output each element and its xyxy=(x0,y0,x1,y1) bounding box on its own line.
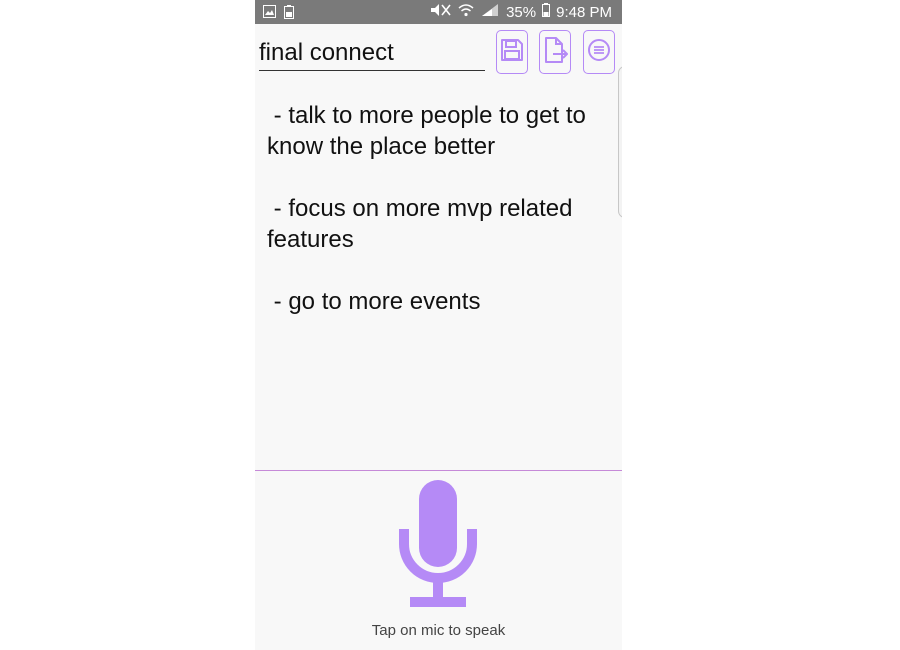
export-icon xyxy=(542,36,568,69)
mute-icon xyxy=(430,3,452,21)
note-body[interactable]: - talk to more people to get to know the… xyxy=(267,100,619,317)
export-button[interactable] xyxy=(539,30,571,74)
signal-icon xyxy=(480,3,500,21)
note-title-input[interactable] xyxy=(259,36,485,71)
clock: 9:48 PM xyxy=(556,3,612,21)
status-right: 35% 9:48 PM xyxy=(430,3,612,21)
divider xyxy=(255,470,622,471)
menu-button[interactable] xyxy=(583,30,615,74)
battery-icon xyxy=(542,3,551,21)
save-icon xyxy=(499,37,525,68)
note-toolbar xyxy=(255,28,622,78)
status-bar: 35% 9:48 PM xyxy=(255,0,622,24)
battery-percent: 35% xyxy=(506,3,537,21)
mic-hint: Tap on mic to speak xyxy=(371,622,506,639)
wifi-icon xyxy=(458,3,474,21)
gallery-icon xyxy=(263,5,276,23)
app-screen: 35% 9:48 PM final connect - talk to more… xyxy=(255,0,622,650)
save-button[interactable] xyxy=(496,30,528,74)
menu-icon xyxy=(587,38,611,67)
battery-saver-icon xyxy=(284,5,294,23)
mic-button[interactable] xyxy=(398,480,478,610)
microphone-icon xyxy=(398,480,478,614)
status-left xyxy=(263,5,294,23)
